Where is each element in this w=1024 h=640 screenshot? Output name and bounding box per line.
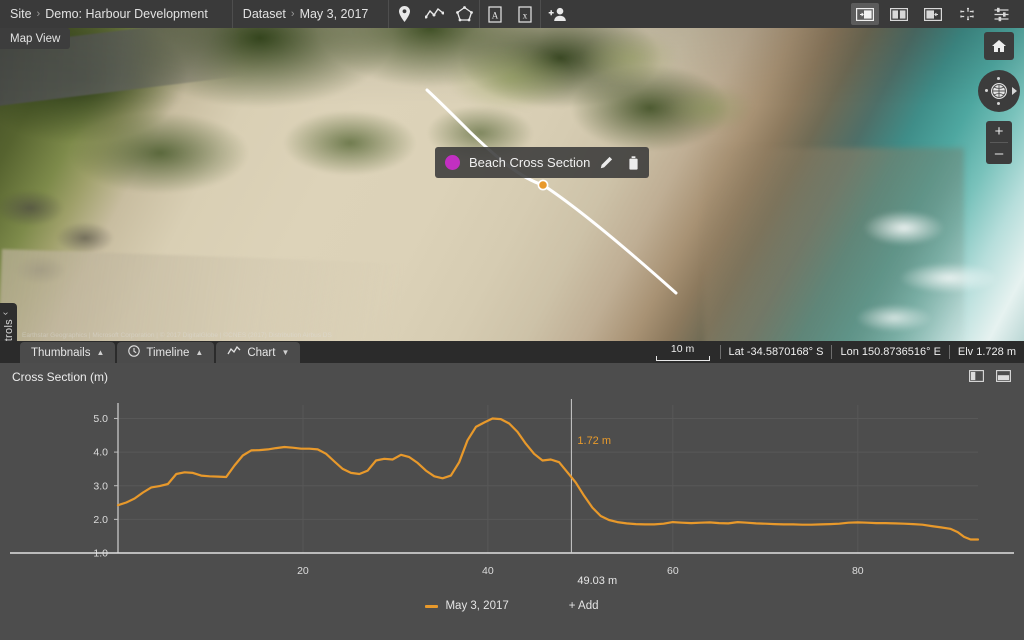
status-longitude: Lon 150.8736516° E — [832, 341, 948, 363]
legend-label: May 3, 2017 — [445, 600, 508, 612]
svg-text:40: 40 — [482, 565, 494, 577]
layout-toggle-group — [848, 0, 1018, 28]
svg-text:3.0: 3.0 — [93, 480, 108, 492]
chart-panel-buttons — [965, 367, 1014, 385]
controls-tab-label: Controls — [3, 319, 15, 341]
chart-panel-side-layout-icon[interactable] — [965, 367, 987, 385]
svg-text:20: 20 — [297, 565, 309, 577]
clock-icon — [128, 345, 140, 360]
line-annotation-icon[interactable] — [419, 0, 449, 28]
chart-series-line — [118, 419, 978, 540]
point-annotation-icon[interactable] — [389, 0, 419, 28]
svg-text:4.0: 4.0 — [93, 447, 108, 459]
svg-text:2.0: 2.0 — [93, 514, 108, 526]
export-tools: A x — [480, 0, 540, 28]
map-attribution: Earthstar Geographics | Microsoft Corpor… — [22, 332, 332, 339]
chevron-up-icon-2: ▲ — [195, 348, 203, 357]
map-status-bar: 10 m Lat -34.5870168° S Lon 150.8736516°… — [646, 341, 1024, 363]
home-icon[interactable] — [984, 32, 1014, 60]
chart-title: Cross Section (m) — [12, 370, 108, 384]
map-imagery — [0, 28, 1024, 341]
map-view-tab[interactable]: Map View — [0, 28, 70, 49]
export-pdf-icon[interactable]: A — [480, 0, 510, 28]
legend-item[interactable]: May 3, 2017 — [425, 600, 508, 612]
app-root: Site › Demo: Harbour Development Dataset… — [0, 0, 1024, 640]
chart-y-ticks: 1.02.03.04.05.0 — [93, 413, 118, 560]
svg-text:60: 60 — [667, 565, 679, 577]
tab-thumbnails[interactable]: Thumbnails ▲ — [20, 342, 115, 363]
crosshair-distance-label: 49.03 m — [577, 575, 617, 587]
layout-split-left-icon[interactable] — [919, 3, 947, 25]
map-controls: + – — [981, 32, 1017, 164]
chart-svg: 1.02.03.04.05.0 20406080 — [0, 391, 1024, 601]
svg-text:5.0: 5.0 — [93, 413, 108, 425]
chart-header: Cross Section (m) — [0, 363, 1024, 391]
tab-thumbnails-label: Thumbnails — [31, 347, 90, 359]
layout-split-right-icon[interactable] — [851, 3, 879, 25]
chevron-down-icon: ▼ — [281, 348, 289, 357]
status-elevation: Elv 1.728 m — [950, 341, 1024, 363]
chart-panel-bottom-layout-icon[interactable] — [992, 367, 1014, 385]
tab-chart[interactable]: Chart ▼ — [216, 342, 300, 363]
status-latitude: Lat -34.5870168° S — [721, 341, 832, 363]
globe-compass-icon[interactable] — [978, 70, 1020, 112]
map-view-tab-label: Map View — [10, 33, 60, 45]
breadcrumb-separator-icon: › — [37, 8, 41, 20]
chart-gridlines — [118, 405, 978, 553]
add-user-icon[interactable] — [541, 0, 575, 28]
scale-bar: 10 m — [646, 344, 720, 361]
layout-split-even-icon[interactable] — [885, 3, 913, 25]
breadcrumb-dataset-label[interactable]: Dataset — [243, 7, 286, 21]
scale-bar-label: 10 m — [671, 344, 694, 355]
trash-icon[interactable] — [628, 156, 639, 170]
polygon-annotation-icon[interactable] — [449, 0, 479, 28]
chart-plot-area[interactable]: 1.02.03.04.05.0 20406080 1.72 m 49.03 m — [0, 391, 1024, 601]
chart-legend: May 3, 2017 + Add — [0, 595, 1024, 617]
layout-fullscreen-icon[interactable] — [953, 3, 981, 25]
annotation-name: Beach Cross Section — [469, 155, 590, 170]
chevron-right-icon: › — [0, 312, 11, 315]
zoom-out-button[interactable]: – — [986, 143, 1012, 164]
pencil-icon[interactable] — [599, 156, 613, 170]
breadcrumb-site-value[interactable]: Demo: Harbour Development — [45, 7, 208, 21]
breadcrumb-dataset-value[interactable]: May 3, 2017 — [300, 7, 369, 21]
chart-panel: Cross Section (m) 1.02.03.04.05.0 204060… — [0, 363, 1024, 640]
svg-text:80: 80 — [852, 565, 864, 577]
export-excel-icon[interactable]: x — [510, 0, 540, 28]
crosshair-value-label: 1.72 m — [577, 435, 611, 447]
tab-chart-label: Chart — [247, 347, 275, 359]
map-view[interactable]: Beach Cross Section Map View › Controls — [0, 28, 1024, 341]
svg-text:x: x — [523, 10, 528, 20]
breadcrumb-separator2-icon: › — [291, 8, 295, 20]
svg-text:A: A — [492, 10, 499, 20]
annotation-color-dot — [445, 155, 460, 170]
top-bar: Site › Demo: Harbour Development Dataset… — [0, 0, 1024, 28]
add-series-button[interactable]: + Add — [569, 600, 599, 612]
bottom-tab-strip: Thumbnails ▲ Timeline ▲ Chart ▼ 10 m Lat… — [0, 341, 1024, 363]
tab-timeline[interactable]: Timeline ▲ — [117, 342, 214, 363]
zoom-controls: + – — [986, 121, 1012, 164]
annotation-label-card[interactable]: Beach Cross Section — [435, 147, 649, 178]
tab-timeline-label: Timeline — [146, 347, 189, 359]
breadcrumb: Site › Demo: Harbour Development — [0, 0, 208, 28]
annotation-tools — [389, 0, 479, 28]
zoom-in-button[interactable]: + — [986, 121, 1012, 142]
chevron-up-icon: ▲ — [96, 348, 104, 357]
legend-color-swatch — [425, 605, 438, 608]
controls-panel-tab[interactable]: › Controls — [0, 303, 17, 341]
line-chart-icon — [227, 346, 241, 359]
breadcrumb-dataset: Dataset › May 3, 2017 — [233, 0, 369, 28]
breadcrumb-site-label[interactable]: Site — [10, 7, 32, 21]
settings-sliders-icon[interactable] — [987, 3, 1015, 25]
